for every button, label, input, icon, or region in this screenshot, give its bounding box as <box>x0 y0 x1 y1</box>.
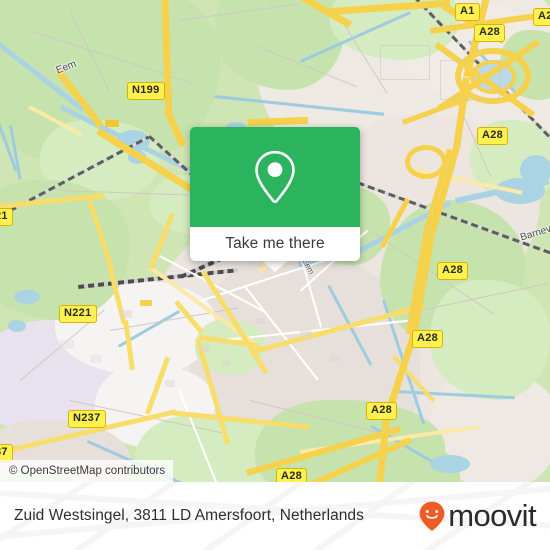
road-shield-n221[interactable]: N221 <box>59 305 97 323</box>
callout-header <box>190 127 360 227</box>
moovit-logo[interactable]: moovit <box>419 498 537 533</box>
road-shield-a28-b[interactable]: A28 <box>276 468 308 482</box>
road-shield-a1[interactable]: A1 <box>455 3 480 21</box>
take-me-there-label: Take me there <box>225 235 325 252</box>
moovit-wordmark: moovit <box>448 498 536 533</box>
footer-bar: Zuid Westsingel, 3811 LD Amersfoort, Net… <box>0 482 550 550</box>
map-canvas[interactable]: N199 A1 A28 A28 A28 A28 A28 A28 N221 21 … <box>0 0 550 482</box>
map-attribution[interactable]: © OpenStreetMap contributors <box>0 460 174 482</box>
callout-pointer <box>261 260 289 272</box>
take-me-there-button[interactable]: Take me there <box>190 227 360 261</box>
road-shield-n199[interactable]: N199 <box>127 82 165 100</box>
map-pin-icon <box>255 150 295 204</box>
map-label-eem: Eem <box>54 58 78 77</box>
road-shield-a28-e[interactable]: A28 <box>437 262 469 280</box>
road-shield-n237[interactable]: N237 <box>68 410 106 428</box>
road-shield-a28-s[interactable]: A28 <box>366 402 398 420</box>
screenshot-root: N199 A1 A28 A28 A28 A28 A28 A28 N221 21 … <box>0 0 550 550</box>
map-label-barneveld: Barnev <box>519 223 550 244</box>
address-text: Zuid Westsingel, 3811 LD Amersfoort, Net… <box>14 507 364 524</box>
road-shield-a28-se[interactable]: A28 <box>412 330 444 348</box>
road-shield-n221-w[interactable]: 21 <box>0 208 13 226</box>
road-shield-a28-n[interactable]: A28 <box>477 127 509 145</box>
road-shield-a28-ne[interactable]: A28 <box>474 24 506 42</box>
moovit-smiley-pin-icon <box>419 501 445 531</box>
road-shield-a2-e[interactable]: A2 <box>533 8 550 26</box>
location-callout-card[interactable]: Take me there <box>190 127 360 261</box>
attribution-text: © OpenStreetMap contributors <box>9 465 166 477</box>
